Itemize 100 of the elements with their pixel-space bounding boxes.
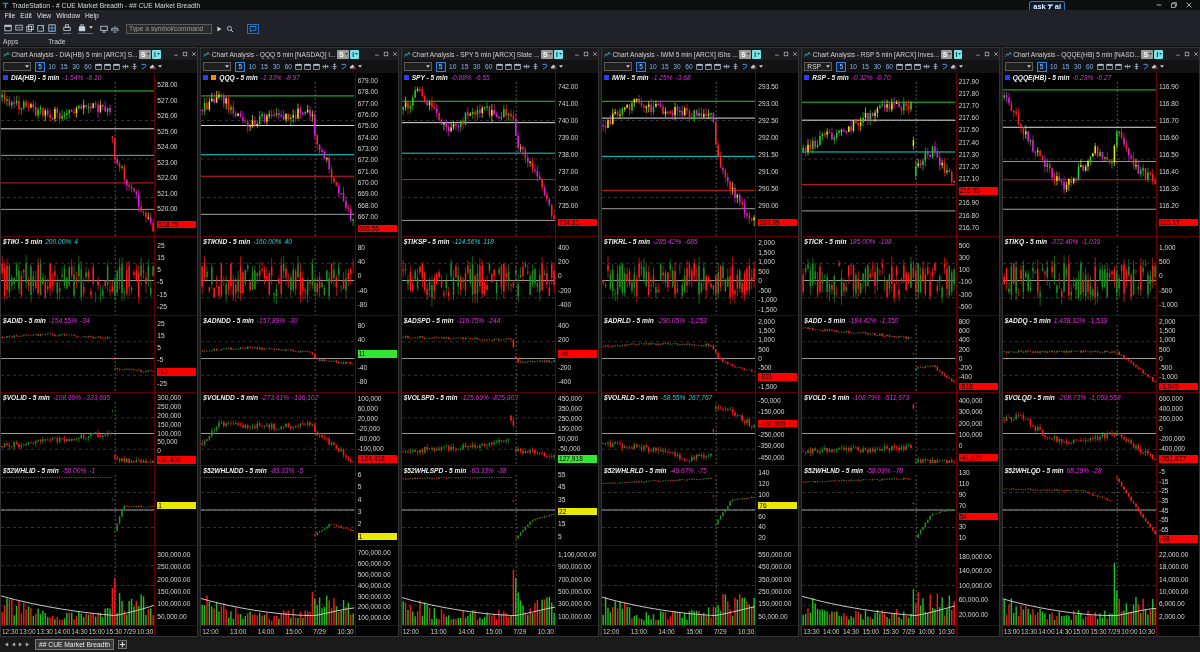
- caret-icon[interactable]: [826, 65, 831, 68]
- horizontal-arrows-icon[interactable]: [923, 63, 931, 70]
- eraser-icon[interactable]: [950, 63, 958, 70]
- caret-icon[interactable]: [158, 65, 162, 68]
- chart-icon: [604, 50, 611, 58]
- eraser-icon[interactable]: [750, 63, 757, 70]
- close-button[interactable]: [191, 51, 198, 57]
- calendar-icon[interactable]: [104, 63, 111, 70]
- caret-icon: [344, 53, 348, 55]
- close-button[interactable]: [992, 51, 999, 57]
- next-page-icon[interactable]: [18, 642, 23, 647]
- maximize-button[interactable]: [583, 51, 589, 57]
- close-button[interactable]: [792, 51, 799, 57]
- calendar-icon[interactable]: [714, 63, 721, 70]
- caret-icon[interactable]: [358, 65, 363, 68]
- calendar-icon[interactable]: [1096, 63, 1104, 70]
- caret-icon[interactable]: [25, 65, 29, 68]
- restore-button[interactable]: [1170, 1, 1178, 9]
- chart-icon: [403, 50, 411, 58]
- vertical-arrows-icon[interactable]: [331, 63, 339, 70]
- calendar-icon[interactable]: [1114, 63, 1122, 70]
- symbol-dropdown[interactable]: [3, 62, 31, 71]
- calendar-icon[interactable]: [113, 63, 120, 70]
- maximize-button[interactable]: [1183, 51, 1190, 57]
- caret-icon[interactable]: [626, 65, 630, 68]
- eraser-icon[interactable]: [1150, 63, 1158, 70]
- chart-icon: [203, 50, 211, 58]
- maximize-button[interactable]: [382, 51, 389, 57]
- eraser-icon[interactable]: [149, 63, 156, 70]
- maximize-button[interactable]: [983, 51, 990, 57]
- caret-icon[interactable]: [425, 65, 430, 68]
- calendar-icon[interactable]: [95, 63, 102, 70]
- calendar-icon[interactable]: [295, 63, 303, 70]
- calendar-icon[interactable]: [495, 63, 503, 70]
- calendar-icon[interactable]: [504, 63, 512, 70]
- close-button[interactable]: [1185, 1, 1193, 9]
- horizontal-arrows-icon[interactable]: [1123, 63, 1131, 70]
- plus-icon[interactable]: [118, 640, 127, 649]
- briefcase-icon[interactable]: [78, 23, 86, 32]
- caret-icon[interactable]: [89, 26, 93, 29]
- close-button[interactable]: [1192, 51, 1199, 57]
- calendar-icon[interactable]: [513, 63, 521, 70]
- calendar-icon[interactable]: [896, 63, 904, 70]
- calendar-icon[interactable]: [905, 63, 913, 70]
- edit-window-icon[interactable]: [37, 23, 45, 32]
- symbol-dropdown[interactable]: [403, 62, 432, 71]
- symbol-dropdown[interactable]: [203, 62, 232, 71]
- pen-icon[interactable]: [1141, 63, 1149, 70]
- vertical-arrows-icon[interactable]: [1132, 63, 1140, 70]
- eraser-icon[interactable]: [549, 63, 557, 70]
- window-icon[interactable]: [4, 23, 12, 32]
- pen-icon[interactable]: [340, 63, 348, 70]
- symbol-dropdown[interactable]: [604, 62, 632, 71]
- caret-icon: [146, 53, 150, 55]
- first-page-icon[interactable]: [4, 642, 9, 647]
- vertical-arrows-icon[interactable]: [531, 63, 539, 70]
- last-page-icon[interactable]: [25, 642, 30, 647]
- grid-window-icon[interactable]: [48, 23, 56, 32]
- caret-icon: [1148, 53, 1152, 55]
- caret-icon[interactable]: [759, 65, 763, 68]
- maximize-button[interactable]: [783, 51, 790, 57]
- horizontal-arrows-icon[interactable]: [322, 63, 330, 70]
- caret-icon[interactable]: [1026, 65, 1031, 68]
- caret-icon[interactable]: [558, 65, 563, 68]
- caret-icon[interactable]: [1159, 65, 1164, 68]
- calendar-icon[interactable]: [705, 63, 712, 70]
- scale-icon[interactable]: [111, 24, 119, 33]
- chat-icon[interactable]: [247, 23, 259, 34]
- pen-icon[interactable]: [140, 63, 147, 70]
- vertical-arrows-icon[interactable]: [131, 63, 138, 70]
- calendar-icon[interactable]: [696, 63, 703, 70]
- caret-icon: [156, 53, 160, 55]
- maximize-button[interactable]: [182, 51, 189, 57]
- eraser-icon[interactable]: [349, 63, 357, 70]
- calendar-icon[interactable]: [313, 63, 321, 70]
- printer-icon[interactable]: [63, 23, 71, 32]
- calendar-icon[interactable]: [1105, 63, 1113, 70]
- horizontal-arrows-icon[interactable]: [122, 63, 129, 70]
- calendar-icon[interactable]: [914, 63, 922, 70]
- vertical-arrows-icon[interactable]: [932, 63, 940, 70]
- play-icon[interactable]: [215, 24, 223, 33]
- monitor-icon[interactable]: [100, 24, 108, 33]
- stacked-windows-icon[interactable]: [26, 23, 34, 32]
- minimize-button[interactable]: [1155, 1, 1163, 9]
- close-button[interactable]: [592, 51, 598, 57]
- pen-icon[interactable]: [741, 63, 748, 70]
- calendar-icon[interactable]: [304, 63, 312, 70]
- horizontal-arrows-icon[interactable]: [522, 63, 530, 70]
- horizontal-arrows-icon[interactable]: [723, 63, 730, 70]
- pen-icon[interactable]: [941, 63, 949, 70]
- caret-icon[interactable]: [225, 65, 230, 68]
- caret-icon[interactable]: [959, 65, 964, 68]
- caret-icon: [958, 53, 962, 55]
- chat-window-icon[interactable]: [15, 23, 23, 32]
- previous-page-icon[interactable]: [11, 642, 16, 647]
- search-icon[interactable]: [226, 24, 234, 33]
- symbol-dropdown[interactable]: [1004, 62, 1033, 71]
- pen-icon[interactable]: [540, 63, 548, 70]
- close-button[interactable]: [391, 51, 398, 57]
- vertical-arrows-icon[interactable]: [732, 63, 739, 70]
